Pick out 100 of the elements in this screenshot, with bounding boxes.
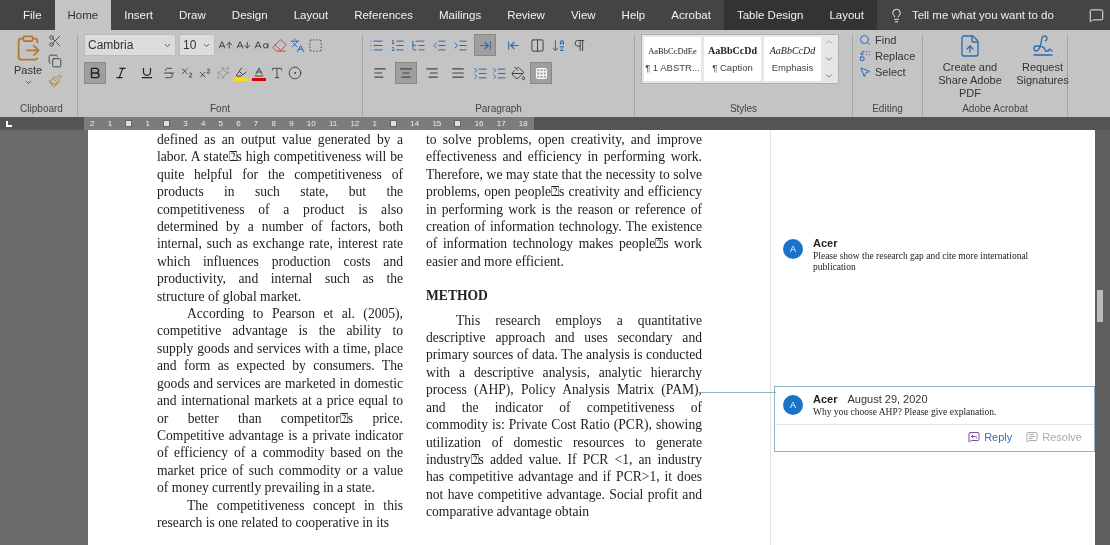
body-paragraph: to solve problems, open creativity, and improve effectiveness and efficiency in performing work. Therefore, we may state that the necessity to solve problems, open people⍰s creativity and efficiency in performing work is the reason or reference of creation of information technology. The existence of information technology makes people⍰s work easier and more efficient. xyxy=(426,131,702,271)
comment-date: August 29, 2020 xyxy=(847,393,928,405)
ribbon-tab[interactable]: Layout xyxy=(816,0,877,30)
ribbon-tab[interactable]: References xyxy=(341,0,426,30)
ribbon-tab[interactable]: Help xyxy=(608,0,659,30)
comment-author: Acer xyxy=(813,237,838,249)
tab-stop-icon[interactable] xyxy=(6,120,12,127)
ruler-number: 11 xyxy=(328,119,338,128)
ruler-number: 4 xyxy=(200,119,206,128)
style-preview[interactable]: AaBbCcDd xyxy=(708,45,757,56)
font-color-icon[interactable] xyxy=(252,65,266,81)
ruler-number: 16 xyxy=(474,119,484,128)
group-label: Editing xyxy=(871,102,904,116)
strikethrough-icon[interactable] xyxy=(162,66,176,80)
copy-icon[interactable] xyxy=(48,54,63,68)
ribbon-tab[interactable]: Draw xyxy=(166,0,219,30)
ribbon-tab[interactable]: Layout xyxy=(280,0,342,30)
paste-button[interactable]: Paste xyxy=(12,34,45,101)
caret-icon[interactable] xyxy=(23,78,33,87)
ruler-marker[interactable] xyxy=(163,120,171,127)
ribbon-tab[interactable]: Home xyxy=(54,0,112,30)
avatar: A xyxy=(783,239,803,259)
tell-me-field[interactable]: Tell me what you want to do xyxy=(911,9,1054,21)
subscript-icon[interactable] xyxy=(180,66,194,80)
style-preview[interactable]: AaBbCcDd xyxy=(769,45,816,56)
editing-button[interactable]: Find xyxy=(859,34,897,46)
signature-icon[interactable] xyxy=(1030,34,1055,58)
group-label: Adobe Acrobat xyxy=(961,102,1029,116)
editing-button[interactable]: Select xyxy=(859,66,906,78)
cut-icon[interactable] xyxy=(48,34,63,48)
ruler-number: 2 xyxy=(90,119,95,128)
ruler-number: 1 xyxy=(372,119,377,128)
section-heading: METHOD xyxy=(426,287,489,305)
acrobat-button[interactable]: Create and Share Adobe PDF xyxy=(929,34,1011,100)
find-icon[interactable] xyxy=(859,34,871,46)
highlight-color-icon[interactable] xyxy=(234,65,248,81)
sort-icon[interactable] xyxy=(551,37,566,53)
numbering-icon[interactable] xyxy=(390,37,405,53)
replace-icon[interactable] xyxy=(859,50,871,62)
ribbon-tab[interactable]: View xyxy=(557,0,609,30)
body-paragraph: The competitiveness concept in this research is one related to cooperative in its xyxy=(157,496,403,532)
ruler-number: 15 xyxy=(432,119,442,128)
ribbon-tab[interactable]: Review xyxy=(494,0,558,30)
ruler-number: 18 xyxy=(518,119,528,128)
bullets-icon[interactable] xyxy=(369,37,384,53)
ruler-number: 12 xyxy=(350,119,360,128)
ruler-number: 9 xyxy=(289,119,294,128)
comment-author: Acer xyxy=(813,393,838,405)
editing-button[interactable]: Replace xyxy=(859,50,916,62)
ruler-marker[interactable] xyxy=(390,120,398,127)
increase-indent-icon[interactable] xyxy=(453,37,468,53)
character-border-icon[interactable] xyxy=(308,37,323,53)
ruler-number: 8 xyxy=(271,119,276,128)
ruler-number: 1 xyxy=(107,119,113,128)
acrobat-button[interactable]: Request Signatures xyxy=(1015,34,1070,87)
comment-text: Why you choose AHP? Please give explanation. xyxy=(813,407,997,418)
group-label: Clipboard xyxy=(19,102,64,116)
ruler-number: 14 xyxy=(410,119,420,128)
body-paragraph: According to Pearson et al. (2005), competitive advantage is the ability to supply goods and services with a time, place and form as expected by consumers. The goods and services are marketed in domestic and international markets at a price equal to or better than competitor⍰s price. Competitive advantage is a private indicator of efficiency of a commodity based on the market price of such commodity or a value of money currently prevailing in a state. xyxy=(157,305,403,497)
style-name[interactable]: Emphasis xyxy=(771,62,814,73)
ribbon-tab[interactable]: Table Design xyxy=(723,0,817,30)
eraser-icon[interactable] xyxy=(272,37,287,53)
font-size-field[interactable]: 10 xyxy=(179,34,215,56)
ruler-number: 7 xyxy=(253,119,259,128)
style-preview[interactable]: AaBbCcDdEe xyxy=(648,45,697,56)
show-marks-icon[interactable] xyxy=(572,37,587,53)
font-family-field[interactable]: Cambria xyxy=(84,34,176,56)
format-painter-icon[interactable] xyxy=(48,74,63,88)
ruler-number: 3 xyxy=(183,119,188,128)
ruler-marker[interactable] xyxy=(454,120,462,127)
reply-icon[interactable] xyxy=(968,431,981,443)
comment-text: Please show the research gap and cite more international publication xyxy=(813,251,1030,273)
multilevel-list-icon[interactable] xyxy=(411,37,426,53)
ruler-number: 17 xyxy=(496,119,506,128)
superscript-icon[interactable] xyxy=(198,66,212,80)
select-icon[interactable] xyxy=(859,66,871,78)
ribbon-tab[interactable]: Insert xyxy=(111,0,166,30)
file-upload-icon[interactable] xyxy=(958,34,982,58)
style-name[interactable]: ¶ 1 ABSTR... xyxy=(645,61,700,73)
ruler-number: 1 xyxy=(145,119,150,128)
group-label: Paragraph xyxy=(474,102,523,116)
comment-action-button[interactable]: Reply xyxy=(968,431,1013,443)
more-styles-icon[interactable] xyxy=(824,71,834,81)
ribbon-tab[interactable]: Mailings xyxy=(426,0,495,30)
ribbon-tab[interactable]: File xyxy=(10,0,55,30)
paint-bucket-icon[interactable] xyxy=(511,65,526,81)
scroll-down-icon[interactable] xyxy=(824,54,834,64)
group-label: Styles xyxy=(728,102,759,116)
style-name[interactable]: ¶ Caption xyxy=(712,62,753,73)
ruler-number: 6 xyxy=(236,119,241,128)
ruler-marker[interactable] xyxy=(125,120,133,127)
avatar: A xyxy=(783,395,803,415)
group-label: Font xyxy=(209,102,231,116)
ribbon-tab[interactable]: Design xyxy=(218,0,281,30)
comments-icon[interactable] xyxy=(1089,7,1104,23)
ribbon-tab[interactable]: Acrobat xyxy=(658,0,724,30)
decrease-indent-icon[interactable] xyxy=(432,37,447,53)
scrollbar[interactable] xyxy=(1095,130,1110,545)
comment-card[interactable]: A Acer Please show the research gap and cite more international publication xyxy=(774,230,1095,280)
body-paragraph: This research employs a quantitative descriptive approach and uses secondary and primary sources of data. The analysis is conducted with a descriptive analysis, analytic hierarchy process (AHP), Policy Analysis Matrix (PAM), and the indicator of competitiveness of commodity is: Private Cost Ratio (PCR), showing utilization of domestic resources to generate industry⍰s added value. If PCR <1, an industry has competitive advantage and if PCR>1, it does not have competitive advantage. Social profit and comparative advantage obtain xyxy=(426,311,702,521)
